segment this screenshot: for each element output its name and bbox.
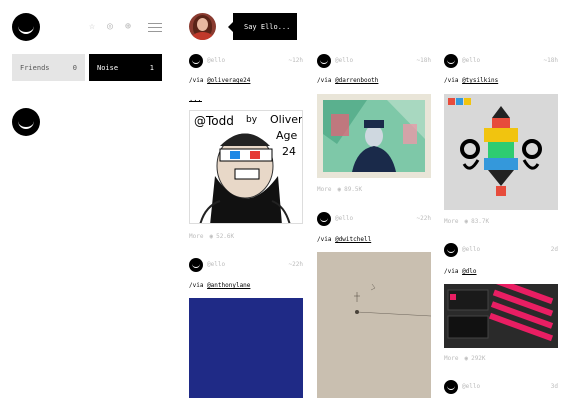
tab-noise[interactable]: Noise 1: [89, 54, 162, 81]
post-via: /via @darrenbooth: [317, 77, 378, 84]
post-timestamp: 3d: [550, 383, 558, 390]
post-image-painting[interactable]: [317, 94, 431, 178]
sketch-svg: [354, 283, 431, 317]
more-link[interactable]: More: [317, 186, 331, 193]
post-ellipsis[interactable]: ...: [189, 96, 202, 103]
post-timestamp: ~12h: [288, 57, 303, 64]
post-header: @ello ~18h: [444, 54, 558, 68]
more-link[interactable]: More: [444, 355, 458, 362]
post-header: @ello ~22h: [189, 258, 303, 272]
eye-icon: ◉: [464, 218, 469, 225]
view-count: 83.7K: [471, 218, 490, 225]
via-user-link[interactable]: @anthonylane: [207, 282, 250, 289]
eye-icon: ◉: [209, 233, 214, 240]
via-prefix: /via: [189, 77, 208, 84]
via-user-link[interactable]: @tysilkins: [462, 77, 498, 84]
view-count: 89.5K: [344, 186, 363, 193]
post-author-avatar[interactable]: [317, 212, 331, 226]
ello-logo-header[interactable]: [12, 13, 40, 41]
drawing-text-by: by: [246, 115, 258, 125]
drawing-text-age: Age: [276, 129, 298, 142]
post-image-sketch[interactable]: [317, 252, 431, 398]
post-author-name[interactable]: @ello: [462, 383, 480, 390]
tab-friends-label: Friends: [20, 64, 50, 72]
tab-noise-count: 1: [149, 64, 154, 72]
post-author-avatar[interactable]: [317, 54, 331, 68]
post-image-blue[interactable]: [189, 298, 303, 398]
post-author-name[interactable]: @ello: [207, 57, 225, 64]
drawing-text-num: 24: [282, 145, 296, 158]
via-user-link[interactable]: @dlo: [462, 268, 476, 275]
post-timestamp: 2d: [550, 246, 558, 253]
post-stats: More ◉ 83.7K: [444, 218, 489, 225]
post-image-geometric[interactable]: [444, 94, 558, 210]
painting-svg: [323, 100, 425, 172]
post-via: /via @anthonylane: [189, 282, 250, 289]
menu-icon[interactable]: [148, 23, 162, 32]
tab-friends[interactable]: Friends 0: [12, 54, 85, 81]
post-via: /via @tysilkins: [444, 77, 498, 84]
more-link[interactable]: More: [444, 218, 458, 225]
user-avatar[interactable]: [189, 13, 216, 40]
drawing-text-todd: @Todd: [194, 114, 234, 128]
via-user-link[interactable]: @oliverage24: [207, 77, 250, 84]
via-prefix: /via: [444, 77, 463, 84]
via-prefix: /via: [317, 236, 336, 243]
eye-icon: ◉: [464, 355, 469, 362]
cards-svg: [447, 284, 554, 342]
tab-noise-label: Noise: [97, 64, 119, 72]
post-author-avatar[interactable]: [444, 380, 458, 394]
post-timestamp: ~22h: [416, 215, 431, 222]
post-author-name[interactable]: @ello: [462, 57, 480, 64]
post-author-name[interactable]: @ello: [207, 261, 225, 268]
post-timestamp: ~22h: [288, 261, 303, 268]
post-author-avatar[interactable]: [444, 54, 458, 68]
post-image-cards[interactable]: [444, 284, 558, 348]
view-count: 52.6K: [216, 233, 235, 240]
via-prefix: /via: [444, 268, 463, 275]
profile-avatar-ello[interactable]: [12, 108, 40, 136]
eye-icon: ◉: [337, 186, 342, 193]
view-count: 292K: [471, 355, 486, 362]
post-stats: More ◉ 292K: [444, 355, 486, 362]
post-header: @ello 3d: [444, 380, 558, 394]
more-link[interactable]: More: [189, 233, 203, 240]
post-author-avatar[interactable]: [189, 54, 203, 68]
drawing-text-oliver: Oliver: [270, 113, 303, 126]
compass-icon[interactable]: ◎: [107, 21, 113, 33]
geometric-svg: [448, 98, 542, 196]
post-header: @ello ~18h: [317, 54, 431, 68]
post-author-name[interactable]: @ello: [462, 246, 480, 253]
via-user-link[interactable]: @darrenbooth: [335, 77, 378, 84]
post-via: /via @oliverage24: [189, 77, 250, 84]
via-user-link[interactable]: @dwitchell: [335, 236, 371, 243]
post-author-avatar[interactable]: [444, 243, 458, 257]
post-stats: More ◉ 89.5K: [317, 186, 362, 193]
post-header: @ello 2d: [444, 243, 558, 257]
via-prefix: /via: [317, 77, 336, 84]
post-timestamp: ~18h: [416, 57, 431, 64]
post-via: /via @dwitchell: [317, 236, 371, 243]
post-header: @ello ~22h: [317, 212, 431, 226]
post-via: /via @dlo: [444, 268, 477, 275]
post-author-name[interactable]: @ello: [335, 215, 353, 222]
via-prefix: /via: [189, 282, 208, 289]
post-stats: More ◉ 52.6K: [189, 233, 234, 240]
say-hello-button[interactable]: Say Ello...: [228, 13, 297, 40]
post-image-drawing[interactable]: @Todd by Oliver Age 24: [189, 110, 303, 224]
post-header: @ello ~12h: [189, 54, 303, 68]
post-timestamp: ~18h: [543, 57, 558, 64]
star-icon[interactable]: ☆: [89, 21, 95, 33]
post-author-avatar[interactable]: [189, 258, 203, 272]
tab-friends-count: 0: [72, 64, 77, 72]
globe-icon[interactable]: ⊕: [125, 21, 131, 33]
post-author-name[interactable]: @ello: [335, 57, 353, 64]
